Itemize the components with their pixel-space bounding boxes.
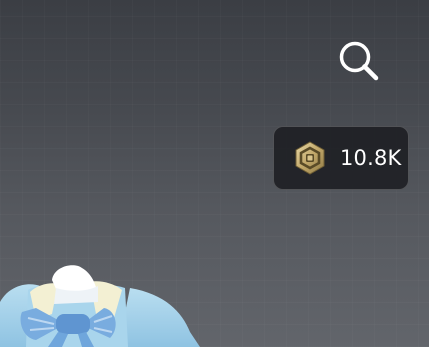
currency-balance-value: 10.8K xyxy=(340,146,402,170)
search-icon xyxy=(339,41,379,81)
currency-balance-button[interactable]: 10.8K xyxy=(273,126,409,190)
search-button[interactable] xyxy=(336,38,382,84)
avatar-preview xyxy=(0,265,200,347)
robux-coin-icon xyxy=(295,141,325,175)
